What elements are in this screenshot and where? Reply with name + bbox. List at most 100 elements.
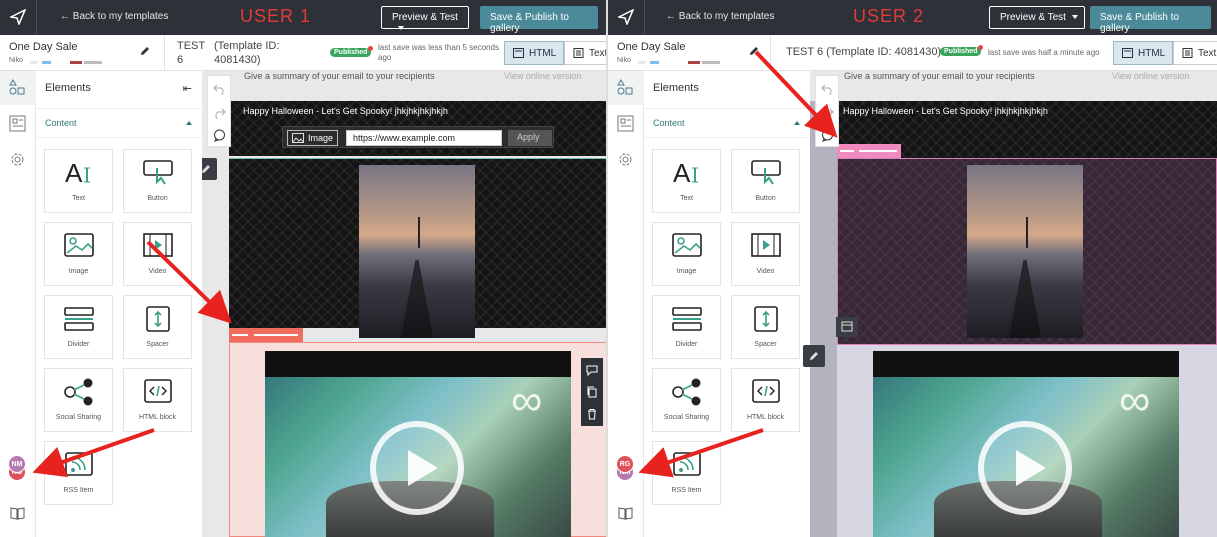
button-tile[interactable]: Button [731, 149, 800, 213]
tile-label: RSS Item [671, 487, 702, 494]
image-tile[interactable]: Image [652, 222, 721, 286]
video-tile[interactable]: Video [123, 222, 192, 286]
social-sharing-tile[interactable]: Social Sharing [652, 368, 721, 432]
button-tile[interactable]: Button [123, 149, 192, 213]
share-icon [64, 378, 93, 406]
image-tile[interactable]: Image [44, 222, 113, 286]
collapse-panel-icon[interactable]: ⇤ [183, 82, 192, 95]
button-icon [143, 160, 173, 185]
halloween-heading[interactable]: Happy Halloween - Let's Get Spooky! jhkj… [243, 106, 448, 116]
divider-tile[interactable]: Divider [652, 295, 721, 359]
html-tab[interactable]: HTML [504, 41, 564, 65]
rss-item-tile[interactable]: RSS Item [652, 441, 721, 505]
image-url-input[interactable]: https://www.example.com [346, 130, 502, 146]
text-tab-label: Text [589, 48, 607, 59]
redo-icon[interactable] [821, 106, 834, 119]
elements-rail-button[interactable] [608, 71, 644, 105]
save-status: last save was less than 5 seconds ago [378, 43, 499, 63]
copy-icon[interactable] [586, 386, 598, 398]
tile-label: Video [148, 268, 167, 275]
avatar-primary[interactable]: NM [8, 455, 26, 473]
spacer-tile[interactable]: Spacer [123, 295, 192, 359]
campaign-name[interactable]: One Day Sale [617, 41, 685, 53]
comment-icon[interactable] [586, 364, 598, 376]
text-tile[interactable]: A Text [44, 149, 113, 213]
edit-block-button[interactable] [803, 345, 825, 367]
notification-dot [978, 45, 984, 50]
html-block-tile[interactable]: HTML block [731, 368, 800, 432]
text-tab[interactable]: Text [564, 41, 607, 65]
trash-icon[interactable] [586, 408, 598, 420]
edit-name-pencil-icon[interactable] [748, 45, 760, 57]
apply-button[interactable]: Apply [508, 130, 552, 146]
elements-rail-button[interactable] [0, 71, 36, 105]
view-online-link[interactable]: View online version [1112, 71, 1189, 81]
pier-sunset-photo[interactable] [359, 165, 475, 338]
shapes-icon [9, 79, 25, 95]
back-to-templates-link[interactable]: ← Back to my templates [666, 11, 774, 22]
layout-icon[interactable] [617, 115, 634, 132]
edit-block-button[interactable] [202, 158, 217, 180]
view-online-link[interactable]: View online version [504, 71, 581, 81]
avatar-primary[interactable]: RG [616, 455, 634, 473]
campaign-name[interactable]: One Day Sale [9, 41, 77, 53]
divider-tile[interactable]: Divider [44, 295, 113, 359]
text-tab[interactable]: Text [1173, 41, 1217, 65]
tile-label: HTML block [138, 414, 177, 421]
share-icon [672, 378, 701, 406]
elements-panel-title: Elements [45, 82, 91, 94]
email-summary[interactable]: Give a summary of your email to your rec… [244, 71, 435, 81]
gear-icon[interactable] [9, 151, 26, 168]
send-icon[interactable] [10, 9, 26, 25]
template-title: TEST 6 (Template ID: 4081430) [786, 46, 942, 58]
notification-dot [368, 46, 374, 51]
tile-label: Spacer [754, 341, 777, 348]
save-publish-button[interactable]: Save & Publish to gallery [1090, 6, 1211, 34]
button-icon [751, 160, 781, 185]
video-thumbnail[interactable]: ∞ [873, 351, 1179, 537]
layout-icon[interactable] [9, 115, 26, 132]
comment-icon[interactable] [821, 129, 834, 142]
back-to-templates-link[interactable]: ← Back to my templates [60, 11, 168, 22]
published-badge-label: Published [944, 48, 978, 55]
infinity-icon: ∞ [1119, 376, 1151, 425]
color-bars-2 [70, 61, 104, 64]
rss-item-tile[interactable]: RSS Item [44, 441, 113, 505]
content-section-title: Content [45, 118, 77, 128]
send-icon[interactable] [618, 9, 634, 25]
comment-icon[interactable] [213, 129, 226, 142]
save-publish-button[interactable]: Save & Publish to gallery [480, 6, 598, 34]
undo-icon[interactable] [213, 82, 226, 95]
collab-lock-marker [837, 144, 901, 158]
pier-sunset-photo[interactable] [967, 165, 1083, 338]
edit-name-pencil-icon[interactable] [139, 45, 151, 57]
html-block-tile[interactable]: HTML block [123, 368, 192, 432]
video-icon [751, 233, 781, 257]
image-icon [672, 233, 702, 257]
video-thumbnail[interactable]: ∞ [265, 351, 571, 537]
spacer-tile[interactable]: Spacer [731, 295, 800, 359]
preview-test-button[interactable]: Preview & Test [989, 6, 1085, 29]
content-section-header[interactable]: Content [644, 108, 810, 138]
content-section-header[interactable]: Content [36, 108, 202, 138]
color-bars-2 [688, 61, 722, 64]
help-book-icon[interactable] [9, 505, 26, 522]
block-settings-button[interactable] [836, 317, 858, 337]
email-summary[interactable]: Give a summary of your email to your rec… [844, 71, 1035, 81]
html-tab[interactable]: HTML [1113, 41, 1173, 65]
video-top-bar [873, 351, 1179, 377]
text-tile[interactable]: A Text [652, 149, 721, 213]
redo-icon[interactable] [213, 106, 226, 119]
history-toolbar [815, 75, 839, 147]
halloween-heading[interactable]: Happy Halloween - Let's Get Spooky! jhkj… [843, 106, 1048, 116]
help-book-icon[interactable] [617, 505, 634, 522]
gear-icon[interactable] [617, 151, 634, 168]
subbar-divider [770, 35, 771, 71]
social-sharing-tile[interactable]: Social Sharing [44, 368, 113, 432]
image-button[interactable]: Image [287, 130, 339, 146]
divider-icon [64, 307, 94, 331]
video-tile[interactable]: Video [731, 222, 800, 286]
undo-icon[interactable] [821, 82, 834, 95]
preview-test-button[interactable]: Preview & Test [381, 6, 469, 31]
svg-text:A: A [673, 158, 691, 188]
